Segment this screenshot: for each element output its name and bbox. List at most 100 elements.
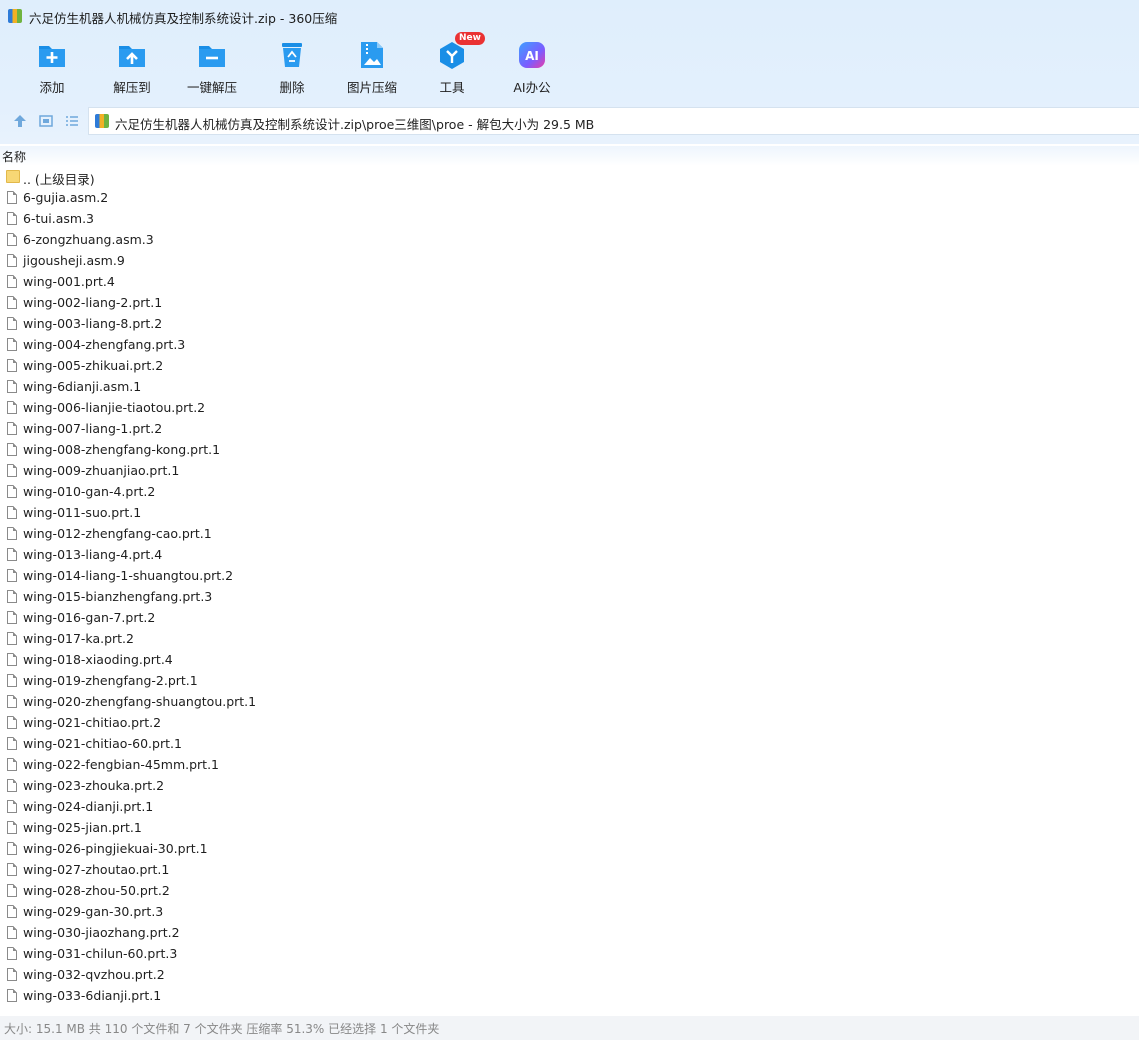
file-name: wing-008-zhengfang-kong.prt.1 — [23, 442, 221, 457]
extract-to-label: 解压到 — [113, 80, 151, 95]
one-click-extract-button[interactable]: 一键解压 — [172, 36, 252, 98]
file-name: wing-025-jian.prt.1 — [23, 820, 142, 835]
file-row[interactable]: wing-007-liang-1.prt.2 — [0, 419, 1139, 440]
file-icon — [7, 800, 17, 813]
recycle-bin-icon — [282, 43, 302, 67]
file-name: wing-015-bianzhengfang.prt.3 — [23, 589, 213, 604]
window-title: 六足仿生机器人机械仿真及控制系统设计.zip - 360压缩 — [29, 11, 338, 26]
file-name: wing-020-zhengfang-shuangtou.prt.1 — [23, 694, 257, 709]
file-icon — [7, 611, 17, 624]
file-row[interactable]: wing-010-gan-4.prt.2 — [0, 482, 1139, 503]
file-row[interactable]: wing-002-liang-2.prt.1 — [0, 293, 1139, 314]
address-bar[interactable]: 六足仿生机器人机械仿真及控制系统设计.zip\proe三维图\proe - 解包… — [88, 107, 1139, 135]
file-name: wing-019-zhengfang-2.prt.1 — [23, 673, 198, 688]
file-icon — [7, 233, 17, 246]
ai-office-button[interactable]: AI AI办公 — [492, 36, 572, 98]
file-icon — [7, 695, 17, 708]
file-name: 6-zongzhuang.asm.3 — [23, 232, 154, 247]
file-icon — [7, 527, 17, 540]
file-row[interactable]: wing-025-jian.prt.1 — [0, 818, 1139, 839]
file-row[interactable]: wing-021-chitiao-60.prt.1 — [0, 734, 1139, 755]
file-row[interactable]: wing-032-qvzhou.prt.2 — [0, 965, 1139, 986]
file-icon — [7, 338, 17, 351]
file-name: wing-026-pingjiekuai-30.prt.1 — [23, 841, 208, 856]
file-row[interactable]: wing-019-zhengfang-2.prt.1 — [0, 671, 1139, 692]
file-row[interactable]: 6-tui.asm.3 — [0, 209, 1139, 230]
up-arrow-icon[interactable] — [12, 113, 28, 129]
file-row[interactable]: 6-gujia.asm.2 — [0, 188, 1139, 209]
file-row[interactable]: wing-008-zhengfang-kong.prt.1 — [0, 440, 1139, 461]
file-row[interactable]: wing-026-pingjiekuai-30.prt.1 — [0, 839, 1139, 860]
file-icon — [7, 821, 17, 834]
file-row[interactable]: wing-017-ka.prt.2 — [0, 629, 1139, 650]
file-row[interactable]: wing-028-zhou-50.prt.2 — [0, 881, 1139, 902]
file-row[interactable]: wing-021-chitiao.prt.2 — [0, 713, 1139, 734]
top-chrome: 六足仿生机器人机械仿真及控制系统设计.zip - 360压缩 添加 解压到 一键… — [0, 0, 1139, 144]
file-name: 6-gujia.asm.2 — [23, 190, 109, 205]
list-view-icon[interactable] — [64, 113, 80, 129]
file-name: wing-017-ka.prt.2 — [23, 631, 134, 646]
delete-button[interactable]: 删除 — [252, 36, 332, 98]
delete-label: 删除 — [279, 80, 305, 95]
image-compress-button[interactable]: 图片压缩 — [332, 36, 412, 98]
file-row[interactable]: wing-020-zhengfang-shuangtou.prt.1 — [0, 692, 1139, 713]
parent-directory-label: .. (上级目录) — [23, 172, 95, 187]
file-name: wing-029-gan-30.prt.3 — [23, 904, 164, 919]
file-row[interactable]: wing-030-jiaozhang.prt.2 — [0, 923, 1139, 944]
image-compress-label: 图片压缩 — [346, 80, 397, 95]
file-name: wing-031-chilun-60.prt.3 — [23, 946, 178, 961]
file-row[interactable]: wing-023-zhouka.prt.2 — [0, 776, 1139, 797]
parent-directory-row[interactable]: .. (上级目录) — [0, 167, 1139, 188]
file-name: 6-tui.asm.3 — [23, 211, 95, 226]
file-name: wing-007-liang-1.prt.2 — [23, 421, 163, 436]
file-row[interactable]: wing-001.prt.4 — [0, 272, 1139, 293]
file-name: wing-006-lianjie-tiaotou.prt.2 — [23, 400, 206, 415]
file-icon — [7, 842, 17, 855]
file-icon — [7, 359, 17, 372]
file-icon — [7, 863, 17, 876]
file-icon — [7, 884, 17, 897]
file-name: wing-023-zhouka.prt.2 — [23, 778, 165, 793]
file-name: jigousheji.asm.9 — [23, 253, 125, 268]
file-icon — [7, 968, 17, 981]
file-row[interactable]: wing-006-lianjie-tiaotou.prt.2 — [0, 398, 1139, 419]
file-row[interactable]: 6-zongzhuang.asm.3 — [0, 230, 1139, 251]
image-compress-icon — [361, 42, 383, 68]
file-row[interactable]: wing-018-xiaoding.prt.4 — [0, 650, 1139, 671]
file-row[interactable]: wing-012-zhengfang-cao.prt.1 — [0, 524, 1139, 545]
file-row[interactable]: wing-029-gan-30.prt.3 — [0, 902, 1139, 923]
file-icon — [7, 569, 17, 582]
tools-button[interactable]: New 工具 — [412, 32, 492, 98]
file-row[interactable]: wing-005-zhikuai.prt.2 — [0, 356, 1139, 377]
file-icon — [7, 905, 17, 918]
file-row[interactable]: wing-009-zhuanjiao.prt.1 — [0, 461, 1139, 482]
file-row[interactable]: wing-003-liang-8.prt.2 — [0, 314, 1139, 335]
file-row[interactable]: wing-022-fengbian-45mm.prt.1 — [0, 755, 1139, 776]
file-icon — [7, 653, 17, 666]
file-icon — [7, 674, 17, 687]
file-icon — [7, 191, 17, 204]
file-row[interactable]: wing-014-liang-1-shuangtou.prt.2 — [0, 566, 1139, 587]
extract-to-button[interactable]: 解压到 — [92, 36, 172, 98]
file-row[interactable]: wing-027-zhoutao.prt.1 — [0, 860, 1139, 881]
thumbnail-view-icon[interactable] — [38, 113, 54, 129]
file-list[interactable]: .. (上级目录) 6-gujia.asm.2 6-tui.asm.3 6-zong… — [0, 167, 1139, 1016]
add-button[interactable]: 添加 — [12, 36, 92, 98]
add-label: 添加 — [39, 80, 65, 95]
column-header[interactable]: 名称 — [0, 146, 1139, 166]
file-row[interactable]: wing-024-dianji.prt.1 — [0, 797, 1139, 818]
file-row[interactable]: wing-6dianji.asm.1 — [0, 377, 1139, 398]
file-row[interactable]: wing-033-6dianji.prt.1 — [0, 986, 1139, 1007]
file-icon — [7, 422, 17, 435]
file-row[interactable]: jigousheji.asm.9 — [0, 251, 1139, 272]
file-row[interactable]: wing-015-bianzhengfang.prt.3 — [0, 587, 1139, 608]
file-icon — [7, 590, 17, 603]
file-icon — [7, 212, 17, 225]
file-row[interactable]: wing-016-gan-7.prt.2 — [0, 608, 1139, 629]
file-row[interactable]: wing-011-suo.prt.1 — [0, 503, 1139, 524]
file-row[interactable]: wing-031-chilun-60.prt.3 — [0, 944, 1139, 965]
one-click-extract-label: 一键解压 — [186, 80, 237, 95]
one-click-extract-icon — [199, 46, 225, 67]
file-row[interactable]: wing-013-liang-4.prt.4 — [0, 545, 1139, 566]
file-row[interactable]: wing-004-zhengfang.prt.3 — [0, 335, 1139, 356]
